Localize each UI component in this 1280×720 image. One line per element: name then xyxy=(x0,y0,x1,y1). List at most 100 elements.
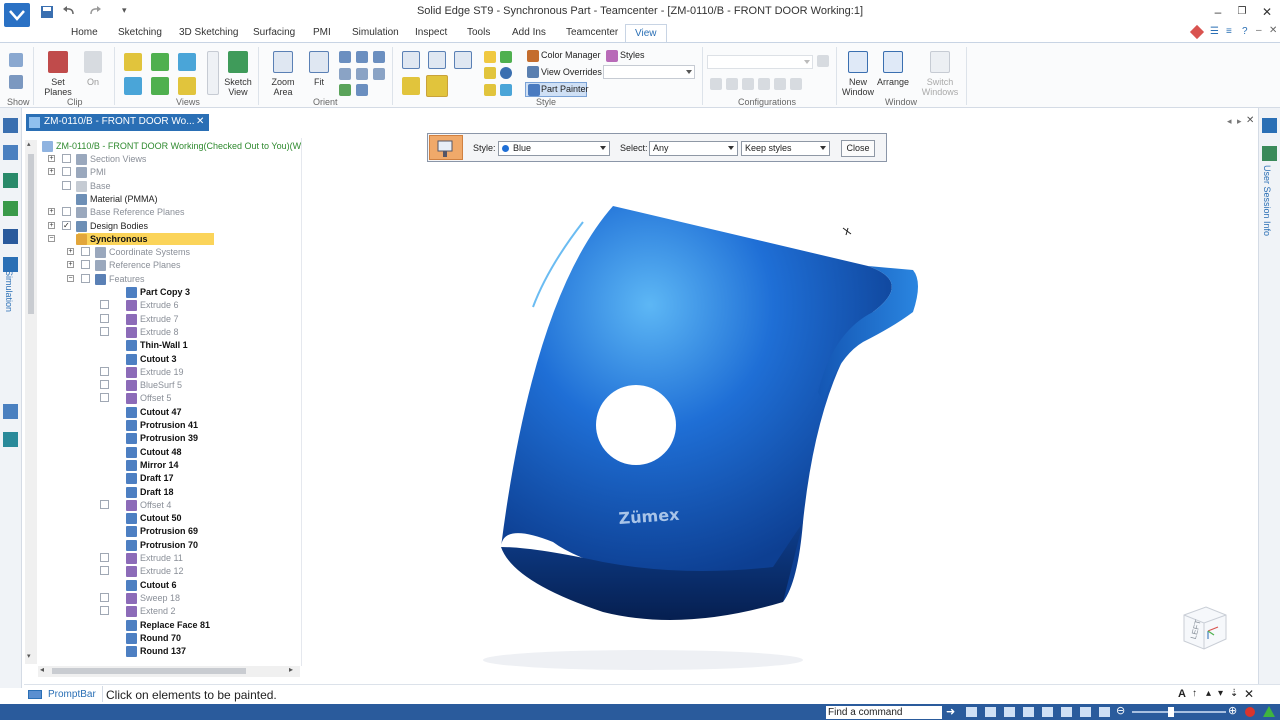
config-icon-6[interactable] xyxy=(790,78,802,90)
help-diamond-icon[interactable] xyxy=(1189,24,1205,40)
tree-item[interactable]: + ✓ Design Bodies xyxy=(38,220,301,233)
zoom-area-label[interactable]: Zoom Area xyxy=(266,77,300,97)
document-tab[interactable]: ZM-0110/B - FRONT DOOR Wo... xyxy=(26,114,209,131)
tree-item[interactable]: Cutout 3 xyxy=(38,353,301,366)
close-document-icon[interactable]: ✕ xyxy=(196,116,204,127)
clip-on-label[interactable]: On xyxy=(82,77,104,87)
front-door-part[interactable] xyxy=(501,206,892,602)
visibility-checkbox[interactable]: ✓ xyxy=(62,220,71,230)
close-prompt-icon[interactable]: ✕ xyxy=(1244,687,1254,701)
tree-item[interactable]: Protrusion 39 xyxy=(38,432,301,445)
part-painter-tool-button[interactable] xyxy=(429,135,463,160)
visibility-checkbox[interactable] xyxy=(81,273,90,283)
tab-scroll-right-icon[interactable]: ▸ xyxy=(1237,116,1242,127)
zoom-slider-thumb[interactable] xyxy=(1168,707,1174,717)
tree-item[interactable]: Replace Face 81 xyxy=(38,619,301,632)
user-session-info-tab[interactable]: User Session Info xyxy=(1262,165,1272,236)
pan-icon[interactable] xyxy=(356,51,368,63)
view-orient-icon[interactable] xyxy=(339,84,351,96)
tree-item[interactable]: Mirror 14 xyxy=(38,459,301,472)
tree-item[interactable]: Extrude 7 xyxy=(38,313,301,326)
style-brush-icon[interactable] xyxy=(500,51,512,63)
tree-item[interactable]: Offset 4 xyxy=(38,499,301,512)
expand-icon[interactable]: + xyxy=(48,168,55,176)
visibility-checkbox[interactable] xyxy=(100,499,109,509)
shaded-highlight-icon[interactable] xyxy=(426,75,448,97)
new-window-label[interactable]: New Window xyxy=(838,77,878,97)
zoom-area-icon[interactable] xyxy=(273,51,293,73)
visibility-checkbox[interactable] xyxy=(100,393,109,403)
tab-teamcenter[interactable]: Teamcenter xyxy=(566,27,618,38)
layers-icon[interactable] xyxy=(3,145,18,160)
tree-horizontal-scrollbar[interactable]: ◂ ▸ xyxy=(38,665,300,677)
close-command-button[interactable]: Close xyxy=(841,140,875,157)
visibility-checkbox[interactable] xyxy=(62,180,71,190)
tree-item[interactable]: Draft 17 xyxy=(38,472,301,485)
style-background-icon[interactable] xyxy=(484,84,496,96)
color-manager-icon[interactable] xyxy=(527,50,539,62)
dock-icon[interactable]: ⇣ xyxy=(1230,688,1238,699)
tree-item[interactable]: Material (PMMA) xyxy=(38,193,301,206)
tree-item[interactable]: Extrude 12 xyxy=(38,565,301,578)
visibility-checkbox[interactable] xyxy=(62,167,71,177)
tree-item[interactable]: Part Copy 3 xyxy=(38,286,301,299)
scroll-down-icon[interactable]: ▾ xyxy=(27,652,31,660)
style-reflect-icon[interactable] xyxy=(500,84,512,96)
views-gallery-scroll[interactable] xyxy=(207,51,219,95)
config-save-icon[interactable] xyxy=(817,55,829,67)
style-palette-icon[interactable] xyxy=(484,51,496,63)
style-dropdown[interactable]: Blue xyxy=(498,141,610,156)
visibility-checkbox[interactable] xyxy=(62,154,71,163)
set-planes-label[interactable]: Set Planes xyxy=(38,77,78,97)
view-overrides-icon[interactable] xyxy=(527,66,539,78)
visibility-checkbox[interactable] xyxy=(100,592,109,602)
rotate-icon[interactable] xyxy=(373,51,385,63)
expand-icon[interactable]: + xyxy=(48,208,55,216)
tree-item[interactable]: + Coordinate Systems xyxy=(38,246,301,259)
tree-item[interactable]: Draft 18 xyxy=(38,486,301,499)
tree-item[interactable]: Cutout 50 xyxy=(38,512,301,525)
user-session-icon[interactable] xyxy=(1262,146,1277,161)
tab-pmi[interactable]: PMI xyxy=(313,27,331,38)
tree-item[interactable]: + Reference Planes xyxy=(38,259,301,272)
options-icon[interactable]: ≡ xyxy=(1226,26,1232,37)
tree-item[interactable]: + Section Views xyxy=(38,153,301,166)
tab-tools[interactable]: Tools xyxy=(467,27,490,38)
new-window-icon[interactable] xyxy=(848,51,868,73)
tree-item[interactable]: Protrusion 69 xyxy=(38,525,301,538)
find-command-input[interactable]: Find a command xyxy=(826,706,942,719)
wireframe-icon[interactable] xyxy=(454,51,472,69)
tab-simulation[interactable]: Simulation xyxy=(352,27,399,38)
variables-icon[interactable] xyxy=(3,432,18,447)
expand-icon[interactable]: ▴ xyxy=(1206,688,1211,699)
tree-item[interactable]: Round 70 xyxy=(38,632,301,645)
fit-icon[interactable] xyxy=(309,51,329,73)
tab-scroll-left-icon[interactable]: ◂ xyxy=(1227,116,1232,127)
sensors-icon[interactable] xyxy=(3,404,18,419)
zoom-in-icon[interactable]: ⊕ xyxy=(1228,704,1237,717)
tree-item[interactable]: Offset 5 xyxy=(38,392,301,405)
tree-item[interactable]: Thin-Wall 1 xyxy=(38,339,301,352)
zoom-out-icon[interactable]: ⊖ xyxy=(1116,704,1125,717)
tree-item[interactable]: − Features xyxy=(38,273,301,286)
previous-view-icon[interactable] xyxy=(356,84,368,96)
zoom-icon[interactable] xyxy=(339,51,351,63)
visibility-checkbox[interactable] xyxy=(100,366,109,376)
view-bottom-icon[interactable] xyxy=(151,77,169,95)
ribbon-minimize-icon[interactable]: – xyxy=(1256,25,1262,36)
arrange-icon[interactable] xyxy=(883,51,903,73)
visibility-checkbox[interactable] xyxy=(100,553,109,562)
tab-home[interactable]: Home xyxy=(71,27,98,38)
path-finder-icon[interactable] xyxy=(3,118,18,133)
color-manager-label[interactable]: Color Manager xyxy=(541,50,601,60)
config-icon-1[interactable] xyxy=(710,78,722,90)
go-arrow-icon[interactable]: ➜ xyxy=(946,705,955,718)
show-icon[interactable] xyxy=(9,53,23,67)
switch-windows-icon[interactable] xyxy=(930,51,950,73)
tree-item[interactable]: + PMI xyxy=(38,166,301,179)
view-overrides-combo[interactable] xyxy=(603,65,695,79)
tab-inspect[interactable]: Inspect xyxy=(415,27,447,38)
tab-3d-sketching[interactable]: 3D Sketching xyxy=(179,27,238,38)
tree-item[interactable]: − Synchronous xyxy=(38,232,301,246)
collapse-icon[interactable]: − xyxy=(48,234,55,242)
